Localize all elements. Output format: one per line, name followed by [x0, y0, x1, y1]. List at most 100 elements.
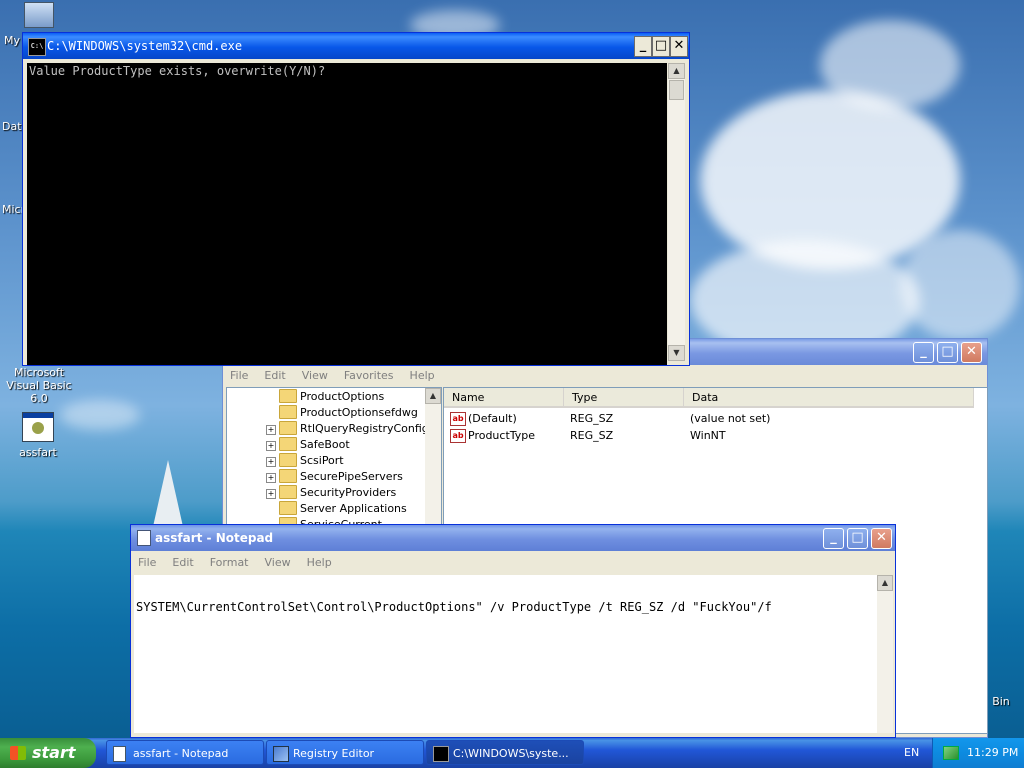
tree-item[interactable]: RtlQueryRegistryConfig [279, 421, 429, 437]
tree-item-label: SecurityProviders [300, 486, 397, 499]
expand-icon[interactable]: + [266, 489, 276, 499]
console-output[interactable]: Value ProductType exists, overwrite(Y/N)… [27, 63, 667, 365]
tree-item-label: Server Applications [300, 502, 407, 515]
scroll-down-button[interactable]: ▼ [668, 345, 685, 361]
tree-item[interactable]: SecurityProviders [279, 485, 396, 501]
expand-icon[interactable]: + [266, 473, 276, 483]
batch-file-icon [22, 412, 54, 442]
menu-favorites[interactable]: Favorites [344, 369, 394, 382]
folder-icon [279, 389, 297, 403]
regedit-menubar: File Edit View Favorites Help [226, 367, 984, 385]
scroll-thumb[interactable] [669, 80, 684, 100]
windows-logo-icon [10, 746, 26, 760]
scroll-up-button[interactable]: ▲ [425, 388, 441, 404]
tree-item[interactable]: ProductOptions [279, 389, 384, 405]
column-header-type[interactable]: Type [564, 388, 684, 408]
desktop-icon-label: Bin [992, 695, 1010, 708]
start-label: start [32, 743, 76, 762]
tree-item[interactable]: SecurePipeServers [279, 469, 403, 485]
menu-help[interactable]: Help [307, 556, 332, 569]
folder-icon [279, 469, 297, 483]
folder-icon [279, 485, 297, 499]
cmd-titlebar[interactable]: C:\ C:\WINDOWS\system32\cmd.exe [23, 33, 689, 59]
column-header-name[interactable]: Name [444, 388, 564, 408]
value-name: ProductType [468, 429, 536, 442]
string-value-icon: ab [450, 412, 466, 426]
menu-format[interactable]: Format [210, 556, 249, 569]
folder-icon [279, 437, 297, 451]
window-title: assfart - Notepad [155, 531, 274, 545]
taskbar-item-regedit[interactable]: Registry Editor [266, 740, 424, 765]
menu-edit[interactable]: Edit [172, 556, 193, 569]
notepad-titlebar[interactable]: assfart - Notepad [131, 525, 895, 551]
value-data: WinNT [690, 429, 726, 442]
minimize-button[interactable]: _ [823, 528, 844, 549]
desktop-icon-recycle-bin[interactable]: Bin [986, 695, 1016, 708]
taskbar-item-cmd[interactable]: C:\WINDOWS\syste... [426, 740, 584, 765]
desktop-icon-visual-basic[interactable]: Microsoft Visual Basic 6.0 [0, 366, 78, 405]
menu-help[interactable]: Help [410, 369, 435, 382]
tree-scrollbar[interactable]: ▲ [425, 388, 441, 528]
computer-icon [24, 2, 54, 28]
network-icon[interactable] [943, 746, 959, 760]
cmd-scrollbar[interactable]: ▲ ▼ [668, 63, 685, 361]
language-indicator[interactable]: EN [904, 738, 919, 768]
taskbar-item-label: assfart - Notepad [133, 747, 229, 760]
close-button[interactable]: ✕ [871, 528, 892, 549]
cmd-window: C:\ C:\WINDOWS\system32\cmd.exe _ □ ✕ Va… [22, 32, 690, 366]
column-header-data[interactable]: Data [684, 388, 974, 408]
value-data: (value not set) [690, 412, 771, 425]
menu-edit[interactable]: Edit [264, 369, 285, 382]
registry-value-row[interactable]: ab (Default) REG_SZ (value not set) [450, 410, 970, 427]
taskbar-item-label: C:\WINDOWS\syste... [453, 747, 569, 760]
close-button[interactable]: ✕ [670, 36, 688, 57]
registry-key-tree[interactable]: ProductOptions ProductOptionsefdwg + Rtl… [226, 387, 442, 529]
cloud [900, 230, 1020, 340]
notepad-text-area[interactable]: SYSTEM\CurrentControlSet\Control\Product… [134, 575, 878, 733]
tree-item[interactable]: SafeBoot [279, 437, 350, 453]
expand-icon[interactable]: + [266, 425, 276, 435]
maximize-button[interactable]: □ [847, 528, 868, 549]
scroll-up-button[interactable]: ▲ [877, 575, 893, 591]
folder-icon [279, 453, 297, 467]
maximize-button[interactable]: □ [937, 342, 958, 363]
tree-item-label: SecurePipeServers [300, 470, 403, 483]
tree-item-label: ScsiPort [300, 454, 344, 467]
notepad-menubar: File Edit Format View Help [134, 554, 892, 572]
notepad-window: assfart - Notepad _ □ ✕ File Edit Format Vi… [130, 524, 896, 738]
tree-item-label: SafeBoot [300, 438, 350, 451]
registry-value-row[interactable]: ab ProductType REG_SZ WinNT [450, 427, 970, 444]
tree-item[interactable]: ScsiPort [279, 453, 344, 469]
desktop-icon-label: assfart [19, 446, 57, 459]
close-button[interactable]: ✕ [961, 342, 982, 363]
cmd-icon: C:\ [28, 38, 46, 56]
value-type: REG_SZ [570, 429, 614, 442]
regedit-icon [273, 746, 289, 762]
tree-item-label: ProductOptions [300, 390, 385, 403]
tree-item[interactable]: Server Applications [279, 501, 407, 517]
cloud [820, 20, 960, 110]
window-title: C:\WINDOWS\system32\cmd.exe [47, 39, 243, 53]
menu-view[interactable]: View [265, 556, 291, 569]
notepad-scrollbar[interactable]: ▲ [877, 575, 893, 733]
value-name: (Default) [468, 412, 517, 425]
taskbar-item-notepad[interactable]: assfart - Notepad [106, 740, 264, 765]
minimize-button[interactable]: _ [634, 36, 652, 57]
expand-icon[interactable]: + [266, 441, 276, 451]
menu-file[interactable]: File [138, 556, 156, 569]
tree-item[interactable]: ProductOptionsefdwg [279, 405, 418, 421]
desktop-icon-assfart[interactable]: assfart [10, 412, 66, 459]
menu-view[interactable]: View [302, 369, 328, 382]
notepad-icon [113, 746, 126, 762]
cmd-icon [433, 746, 449, 762]
minimize-button[interactable]: _ [913, 342, 934, 363]
menu-file[interactable]: File [230, 369, 248, 382]
expand-icon[interactable]: + [266, 457, 276, 467]
start-button[interactable]: start [0, 738, 96, 768]
maximize-button[interactable]: □ [652, 36, 670, 57]
taskbar: start assfart - Notepad Registry Editor … [0, 738, 1024, 768]
clock[interactable]: 11:29 PM [967, 738, 1018, 768]
tree-item-label: ProductOptionsefdwg [300, 406, 418, 419]
scroll-up-button[interactable]: ▲ [668, 63, 685, 79]
system-tray: 11:29 PM [932, 738, 1024, 768]
